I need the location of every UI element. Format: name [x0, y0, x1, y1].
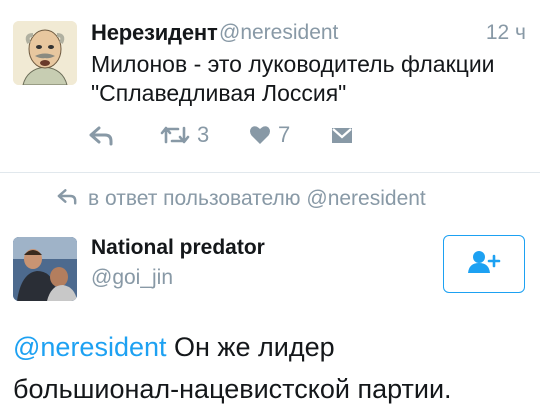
direct-message-icon [331, 126, 353, 144]
reply-author-avatar[interactable] [13, 237, 77, 301]
reply-author-handle[interactable]: @goi_jin [91, 266, 173, 290]
reply-icon [56, 187, 88, 211]
reply-text: @neresident Он же лидер большионал-нацев… [13, 326, 533, 410]
reply-text-rest: Он же лидер [166, 332, 335, 362]
tweet-actions: 3 7 [88, 120, 388, 150]
tweet-timestamp: 12 ч [485, 21, 526, 44]
heart-icon [249, 125, 271, 145]
author-avatar[interactable] [13, 21, 77, 85]
add-user-icon [467, 250, 501, 279]
direct-message-button[interactable] [331, 120, 353, 150]
reply-button[interactable] [88, 120, 114, 150]
author-name[interactable]: Нерезидент [91, 20, 218, 46]
like-count: 7 [278, 122, 291, 147]
mention-link[interactable]: @neresident [13, 332, 167, 362]
tweet-text: Милонов - это луководитель флакции "Спла… [91, 50, 521, 108]
author-handle[interactable]: @neresident [219, 21, 338, 45]
reply-text-line: @neresident Он же лидер [13, 326, 533, 368]
original-tweet[interactable]: Нерезидент @neresident 12 ч Милонов - эт… [0, 0, 540, 172]
retweet-icon [160, 124, 190, 146]
follow-button[interactable] [443, 235, 525, 293]
tweet-text-line: "Сплаведливая Лоссия" [91, 80, 347, 106]
reply-context[interactable]: в ответ пользователю @neresident [56, 187, 426, 211]
retweet-count: 3 [197, 122, 210, 147]
divider [0, 172, 540, 173]
reply-context-text: в ответ пользователю @neresident [88, 187, 426, 210]
reply-author-name[interactable]: National predator [91, 236, 265, 260]
tweet-text-line: Милонов - это луководитель флакции [91, 51, 495, 77]
reply-icon [88, 124, 114, 146]
retweet-button[interactable]: 3 [160, 120, 209, 150]
like-button[interactable]: 7 [249, 120, 290, 150]
reply-text-line: большионал-нацевистской партии. [13, 374, 452, 404]
